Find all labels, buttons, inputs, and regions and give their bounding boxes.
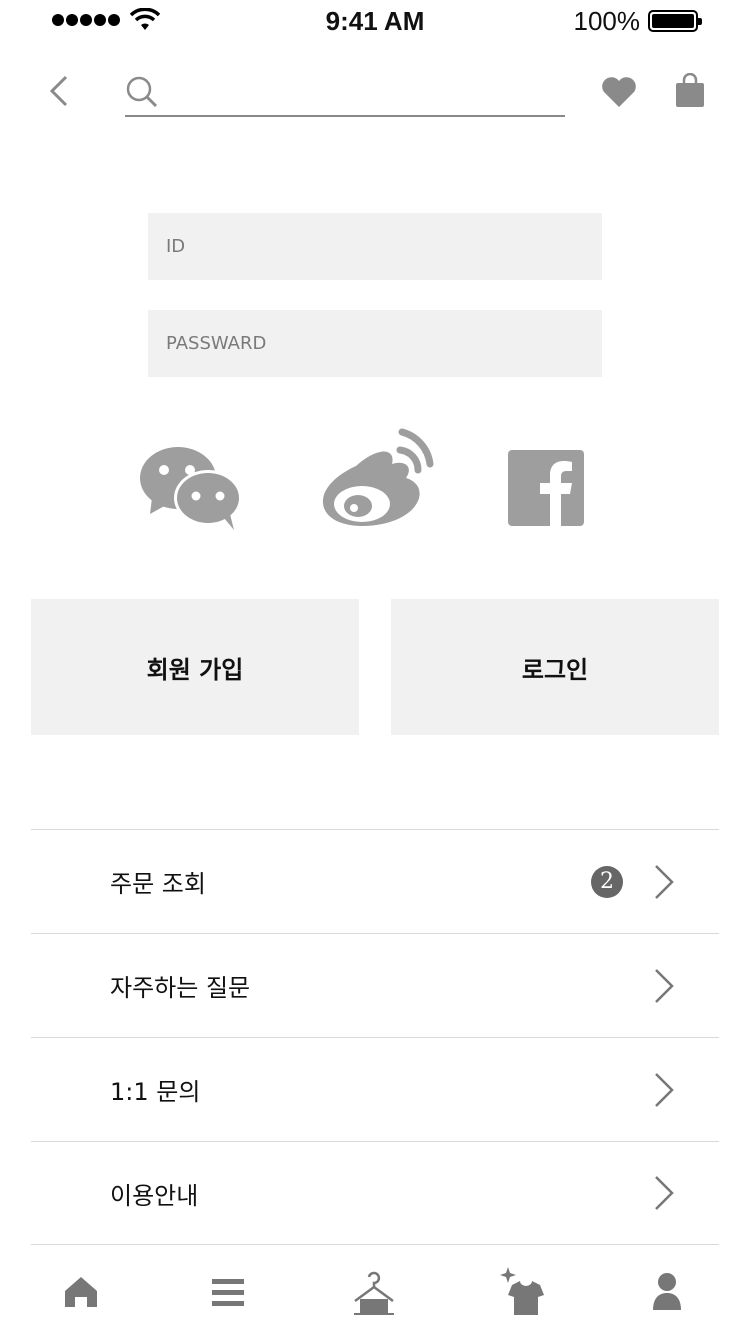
password-input[interactable] xyxy=(148,310,602,377)
shopping-bag-icon[interactable] xyxy=(672,73,708,109)
menu-item-label: 자주하는 질문 xyxy=(110,974,251,1002)
chevron-right-icon xyxy=(655,1176,674,1210)
menu-item-order-lookup[interactable]: 주문 조회 2 xyxy=(31,829,719,933)
tab-menu[interactable] xyxy=(198,1262,258,1322)
profile-icon xyxy=(653,1273,681,1310)
chevron-right-icon xyxy=(655,1072,674,1107)
menu-list: 주문 조회 2 자주하는 질문 1:1 문의 이용안내 xyxy=(31,829,719,1245)
tshirt-sparkle-icon xyxy=(500,1267,544,1315)
header xyxy=(0,55,750,135)
order-count-badge: 2 xyxy=(591,865,623,898)
menu-item-guide[interactable]: 이용안내 xyxy=(31,1141,719,1245)
menu-item-label: 이용안내 xyxy=(110,1181,199,1210)
tab-new-arrivals[interactable] xyxy=(492,1262,552,1322)
search-icon xyxy=(126,76,158,108)
tab-hanger[interactable] xyxy=(344,1262,404,1322)
menu-item-label: 주문 조회 xyxy=(110,870,206,898)
home-icon xyxy=(65,1277,97,1307)
back-button[interactable] xyxy=(40,71,80,111)
weibo-icon[interactable] xyxy=(318,426,434,530)
signup-button[interactable]: 회원 가입 xyxy=(31,599,359,735)
chevron-right-icon xyxy=(655,968,674,1003)
battery-icon xyxy=(648,10,702,32)
list-icon xyxy=(212,1279,244,1306)
hanger-icon xyxy=(354,1271,394,1315)
menu-item-label: 1:1 문의 xyxy=(110,1078,201,1106)
facebook-icon[interactable] xyxy=(508,450,584,526)
id-input[interactable] xyxy=(148,213,602,280)
menu-item-faq[interactable]: 자주하는 질문 xyxy=(31,933,719,1037)
tab-profile[interactable] xyxy=(637,1262,697,1322)
tab-home[interactable] xyxy=(51,1262,111,1322)
battery-percentage: 100% xyxy=(573,6,641,36)
menu-item-inquiry[interactable]: 1:1 문의 xyxy=(31,1037,719,1141)
tab-bar xyxy=(0,1250,750,1334)
wechat-icon[interactable] xyxy=(138,444,244,534)
status-bar: 9:41 AM 100% xyxy=(0,0,750,40)
search-input[interactable] xyxy=(169,73,559,111)
search-field[interactable] xyxy=(125,69,565,117)
login-button[interactable]: 로그인 xyxy=(391,599,719,735)
chevron-right-icon xyxy=(655,864,674,899)
heart-icon[interactable] xyxy=(600,75,638,109)
